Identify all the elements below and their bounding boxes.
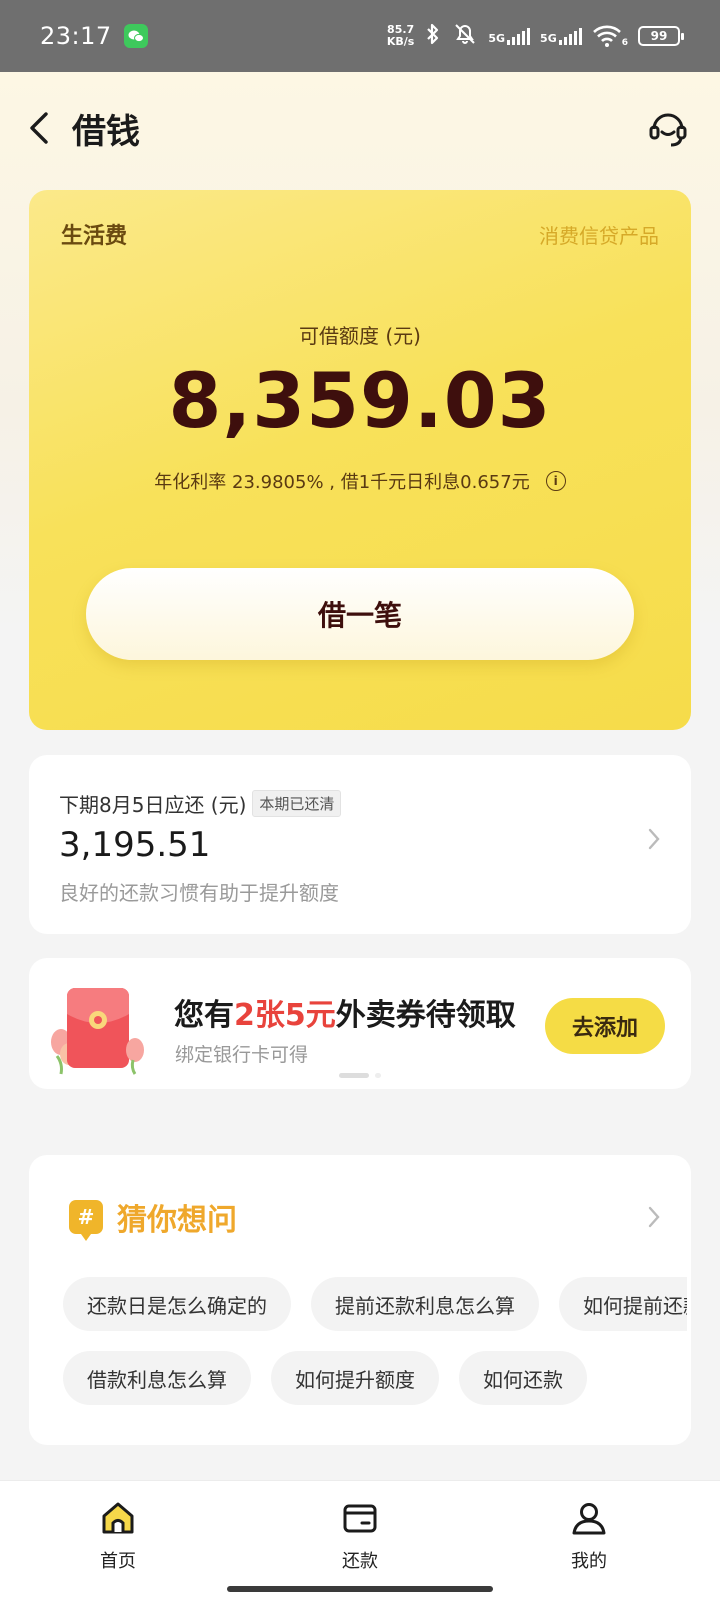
interest-rate-row: 年化利率 23.9805% , 借1千元日利息0.657元 i [29,468,691,494]
headset-icon [649,113,687,147]
status-badge: 本期已还清 [252,790,342,817]
available-limit: 8,359.03 [168,356,552,445]
limit-label: 可借额度 (元) [299,324,421,348]
repayment-title: 下期8月5日应还 (元) [59,793,247,817]
faq-header: # 猜你想问 [69,1195,237,1241]
faq-chip[interactable]: 如何还款 [459,1351,587,1405]
faq-title: 猜你想问 [117,1203,237,1238]
network-speed: 85.7 KB/s [386,23,415,48]
promo-banner[interactable]: 您有2张5元外卖券待领取 绑定银行卡可得 去添加 [29,958,691,1089]
back-button[interactable] [28,98,68,158]
repayment-note: 良好的还款习惯有助于提升额度 [59,881,339,905]
borrow-button[interactable]: 借一笔 [86,568,634,660]
mute-bell-icon [452,21,478,51]
repayment-amount: 3,195.51 [59,825,211,865]
signal-2: 5G [540,27,582,45]
home-indicator[interactable] [227,1586,493,1592]
signal-1: 5G [488,27,531,45]
bottom-nav: 首页 还款 我的 [0,1480,720,1600]
repayment-card[interactable]: 下期8月5日应还 (元) 本期已还清 3,195.51 良好的还款习惯有助于提升… [29,755,691,934]
person-icon [572,1503,606,1535]
chevron-right-icon[interactable] [647,1205,661,1229]
add-card-button[interactable]: 去添加 [545,998,665,1054]
status-bar: 23:17 85.7 KB/s 5G 5G 6 99 [0,0,720,72]
info-icon[interactable]: i [545,471,566,491]
wifi-icon: 6 [592,24,628,48]
faq-chip[interactable]: 还款日是怎么确定的 [63,1277,291,1331]
loan-card: 生活费 消费信贷产品 可借额度 (元) 8,359.03 年化利率 23.980… [29,190,691,730]
wechat-notification-icon [123,24,148,48]
page-title: 借钱 [72,111,140,152]
repayment-title-row: 下期8月5日应还 (元) 本期已还清 [59,789,342,818]
tab-repay[interactable]: 还款 [300,1499,420,1573]
promo-subtitle: 绑定银行卡可得 [175,1044,309,1066]
faq-chip[interactable]: 借款利息怎么算 [63,1351,251,1405]
faq-chip[interactable]: 如何提升额度 [271,1351,439,1405]
carousel-dots [339,1073,381,1078]
customer-service-button[interactable] [644,104,692,152]
red-envelope-icon [51,988,144,1075]
chevron-right-icon [648,828,660,850]
promo-title: 您有2张5元外卖券待领取 [174,998,516,1033]
tab-home[interactable]: 首页 [58,1499,178,1573]
status-time: 23:17 [40,22,112,50]
faq-chip[interactable]: 提前还款利息怎么算 [311,1277,539,1331]
hashtag-icon: # [69,1200,103,1241]
wallet-icon [343,1504,377,1533]
home-icon [102,1502,134,1534]
faq-card: # 猜你想问 还款日是怎么确定的 提前还款利息怎么算 如何提前还款 借款利息怎么… [29,1155,691,1445]
product-type-tag: 消费信贷产品 [539,224,659,248]
loan-type-label: 生活费 [61,224,128,249]
chevron-left-icon [30,112,48,144]
faq-chips: 还款日是怎么确定的 提前还款利息怎么算 如何提前还款 借款利息怎么算 如何提升额… [63,1277,687,1425]
faq-chip[interactable]: 如何提前还款 [559,1277,687,1331]
interest-rate-text: 年化利率 23.9805% , 借1千元日利息0.657元 [154,472,530,493]
battery-indicator: 99 [638,26,684,46]
tab-mine[interactable]: 我的 [529,1499,649,1573]
nav-bar: 借钱 [0,72,720,184]
bluetooth-icon [424,22,442,50]
